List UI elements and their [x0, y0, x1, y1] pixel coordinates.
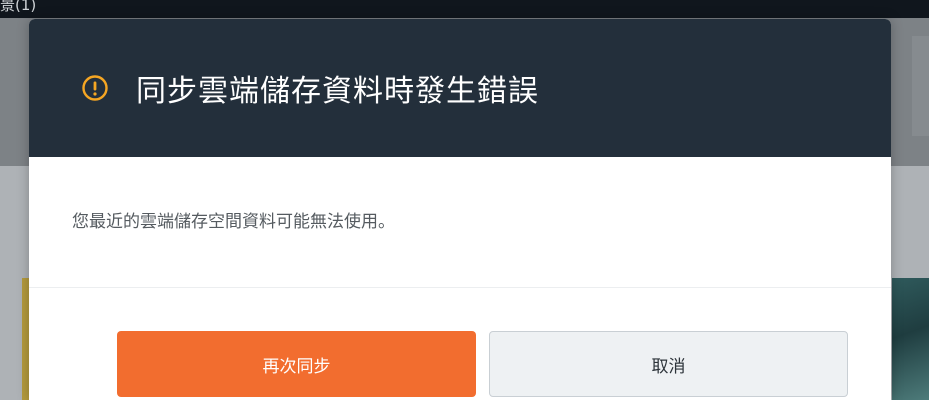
sync-error-dialog: 同步雲端儲存資料時發生錯誤 您最近的雲端儲存空間資料可能無法使用。 再次同步 取… [29, 19, 891, 400]
dialog-footer: 再次同步 取消 [29, 288, 891, 400]
retry-sync-button[interactable]: 再次同步 [117, 331, 476, 397]
background-banner-edge [912, 36, 929, 136]
dialog-body: 您最近的雲端儲存空間資料可能無法使用。 [29, 157, 891, 288]
background-topbar: 景(1) [0, 0, 929, 18]
dialog-title: 同步雲端儲存資料時發生錯誤 [136, 74, 539, 109]
dialog-message: 您最近的雲端儲存空間資料可能無法使用。 [72, 212, 395, 232]
cancel-button[interactable]: 取消 [489, 331, 848, 397]
warning-circle-icon [80, 73, 110, 103]
background-thumbnail-right [892, 278, 929, 400]
dialog-header: 同步雲端儲存資料時發生錯誤 [29, 19, 891, 157]
background-topbar-text: 景(1) [0, 0, 37, 14]
